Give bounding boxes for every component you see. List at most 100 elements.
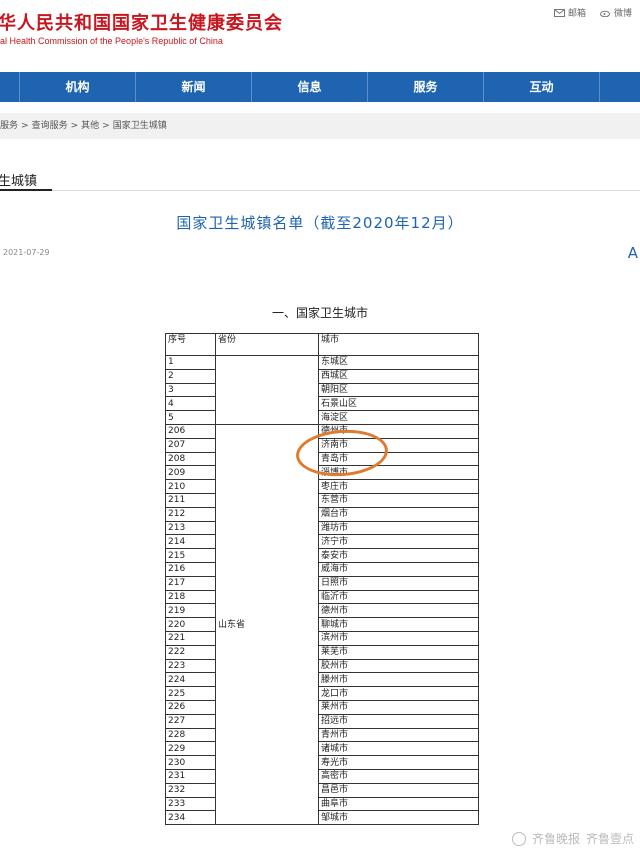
table-row: 231 高密市 xyxy=(165,768,479,784)
city-cell: 威海市 xyxy=(318,561,479,577)
breadcrumb-item[interactable]: 查询服务 xyxy=(32,121,68,131)
row-number: 222 xyxy=(165,644,216,660)
city-cell: 临沂市 xyxy=(318,589,479,605)
column-header-province: 省份 xyxy=(215,333,319,356)
nav-item-xinxi[interactable]: 信息 xyxy=(252,72,368,102)
table-row: 224 滕州市 xyxy=(165,672,479,688)
breadcrumb: 服务 > 查询服务 > 其他 > 国家卫生城镇 xyxy=(0,113,640,139)
row-number: 206 xyxy=(165,423,216,439)
city-cell: 海淀区 xyxy=(318,410,479,425)
table-row: 227 招远市 xyxy=(165,713,479,729)
row-number: 221 xyxy=(165,630,216,646)
city-cell: 诸城市 xyxy=(318,741,479,757)
column-header-no: 序号 xyxy=(165,333,216,356)
row-number: 213 xyxy=(165,520,216,536)
city-cell: 济宁市 xyxy=(318,534,479,550)
city-cell: 高密市 xyxy=(318,768,479,784)
row-number: 214 xyxy=(165,534,216,550)
shandong-rows: 206 山东省 德州市 207 济南市 208 青岛市 209 淄博市 210 枣庄市 211 东营市 2… xyxy=(165,423,479,826)
table-row: 219 德州市 xyxy=(165,603,479,619)
table-row: 226 莱州市 xyxy=(165,699,479,715)
watermark: 齐鲁晚报 齐鲁壹点 xyxy=(511,830,634,847)
city-cell: 青州市 xyxy=(318,727,479,743)
row-number: 234 xyxy=(165,810,216,826)
row-number: 4 xyxy=(165,396,216,412)
city-cell: 招远市 xyxy=(318,713,479,729)
table-row: 218 临沂市 xyxy=(165,589,479,605)
table-row: 212 烟台市 xyxy=(165,506,479,522)
row-number: 211 xyxy=(165,492,216,508)
city-cell: 潍坊市 xyxy=(318,520,479,536)
main-nav: 机构 新闻 信息 服务 互动 xyxy=(0,72,640,102)
row-number: 229 xyxy=(165,741,216,757)
article-title: 国家卫生城镇名单（截至2020年12月） xyxy=(176,214,464,232)
table-row: 217 日照市 xyxy=(165,575,479,591)
beijing-rows: 1 东城区 2 西城区 3 朝阳区 4 石景山区 5 海淀区 xyxy=(165,355,479,425)
table-row: 234 邹城市 xyxy=(165,810,479,826)
top-links: 邮箱 微博 xyxy=(553,6,632,19)
row-number: 220 xyxy=(165,617,216,632)
table-row: 225 龙口市 xyxy=(165,686,479,701)
table-row: 223 胶州市 xyxy=(165,658,479,674)
weibo-label: 微博 xyxy=(613,9,632,19)
font-size-button[interactable]: A xyxy=(628,244,638,262)
row-number: 216 xyxy=(165,561,216,577)
city-cell: 烟台市 xyxy=(318,506,479,522)
table-row: 3 朝阳区 xyxy=(165,382,479,398)
section-divider xyxy=(0,190,640,191)
table-row: 229 诸城市 xyxy=(165,741,479,757)
city-cell: 曲阜市 xyxy=(318,796,479,812)
table-row: 215 泰安市 xyxy=(165,548,479,563)
row-number: 212 xyxy=(165,506,216,522)
table-row: 221 滨州市 xyxy=(165,630,479,646)
city-cell: 石景山区 xyxy=(318,396,479,412)
city-cell: 朝阳区 xyxy=(318,382,479,398)
city-cell: 胶州市 xyxy=(318,658,479,674)
row-number: 2 xyxy=(165,368,216,384)
weibo-link[interactable]: 微博 xyxy=(599,6,632,19)
city-cell: 昌邑市 xyxy=(318,782,479,798)
city-cell: 东城区 xyxy=(318,355,479,370)
city-cell: 泰安市 xyxy=(318,548,479,563)
city-cell: 莱芜市 xyxy=(318,644,479,660)
row-number: 228 xyxy=(165,727,216,743)
table-row: 228 青州市 xyxy=(165,727,479,743)
section-underline xyxy=(0,189,52,191)
row-number: 219 xyxy=(165,603,216,619)
row-number: 231 xyxy=(165,768,216,784)
breadcrumb-separator: > xyxy=(102,121,110,131)
row-number: 215 xyxy=(165,548,216,563)
row-number: 233 xyxy=(165,796,216,812)
row-number: 210 xyxy=(165,479,216,494)
table-row: 2 西城区 xyxy=(165,368,479,384)
breadcrumb-item[interactable]: 服务 xyxy=(0,121,18,131)
table-row: 216 威海市 xyxy=(165,561,479,577)
city-cell: 东营市 xyxy=(318,492,479,508)
nav-item-jigou[interactable]: 机构 xyxy=(20,72,136,102)
nav-item-home[interactable] xyxy=(0,72,20,102)
mail-link[interactable]: 邮箱 xyxy=(553,6,586,19)
row-number: 230 xyxy=(165,755,216,770)
table-row: 210 枣庄市 xyxy=(165,479,479,494)
city-cell: 日照市 xyxy=(318,575,479,591)
breadcrumb-separator: > xyxy=(70,121,79,131)
table-row: 1 东城区 xyxy=(165,355,479,425)
nav-item-hudong[interactable]: 互动 xyxy=(484,72,600,102)
breadcrumb-item[interactable]: 国家卫生城镇 xyxy=(113,121,167,131)
weibo-icon xyxy=(599,10,610,17)
nav-item-fuwu[interactable]: 服务 xyxy=(368,72,484,102)
city-cell: 德州市 xyxy=(318,603,479,619)
city-cell: 枣庄市 xyxy=(318,479,479,494)
row-number: 207 xyxy=(165,437,216,453)
city-cell: 聊城市 xyxy=(318,617,479,632)
mail-icon xyxy=(553,8,565,17)
row-number: 217 xyxy=(165,575,216,591)
watermark-left: 齐鲁晚报 xyxy=(531,832,580,846)
city-table: 序号 省份 城市 1 东城区 2 西城区 3 朝阳区 4 石景山区 5 海淀区 206 山东省 德州市… xyxy=(165,333,479,826)
article-date: 2021-07-29 xyxy=(3,248,50,257)
row-number: 5 xyxy=(165,410,216,425)
breadcrumb-item[interactable]: 其他 xyxy=(81,121,99,131)
nav-item-xinwen[interactable]: 新闻 xyxy=(136,72,252,102)
site-title[interactable]: 华人民共和国国家卫生健康委员会 xyxy=(0,9,283,35)
city-cell: 寿光市 xyxy=(318,755,479,770)
